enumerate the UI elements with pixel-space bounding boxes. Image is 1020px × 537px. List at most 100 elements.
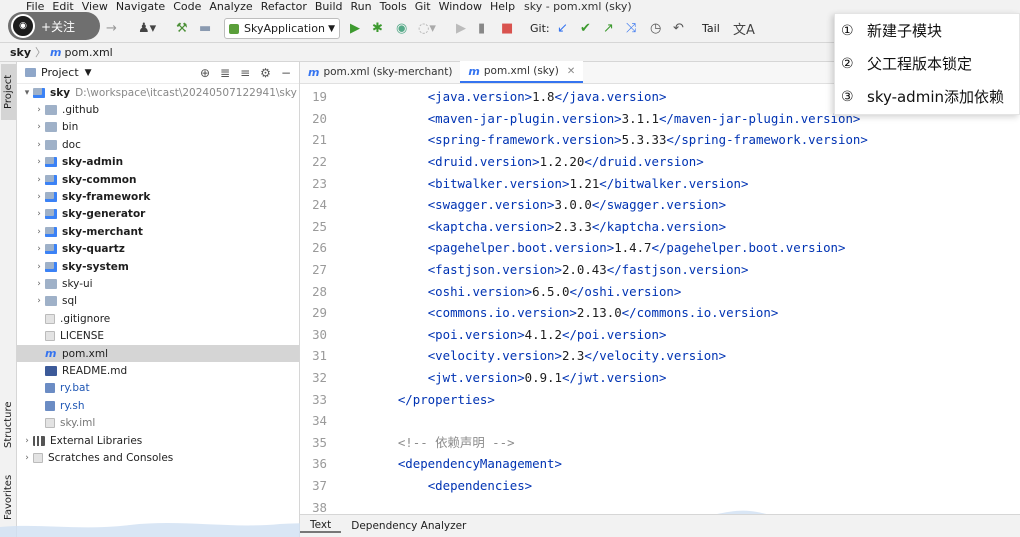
chevron-down-icon[interactable]: ▼: [85, 68, 92, 78]
build-icon[interactable]: ▮: [478, 18, 485, 38]
line-number: 38: [312, 499, 327, 515]
tree-item[interactable]: › Scratches and Consoles: [17, 449, 299, 466]
tree-item[interactable]: › sky-merchant: [17, 223, 299, 240]
tab-dependency-analyzer[interactable]: Dependency Analyzer: [341, 520, 476, 532]
chevron-right-icon[interactable]: ›: [33, 122, 45, 132]
tree-item[interactable]: › sky-quartz: [17, 241, 299, 258]
code-area[interactable]: 19 <java.version> 1.8 </java.version> 20 <m…: [300, 86, 1020, 518]
hide-icon[interactable]: −: [281, 66, 291, 80]
close-icon[interactable]: ✕: [567, 66, 575, 77]
git-fetch-icon[interactable]: ⤨: [626, 18, 636, 38]
tree-item[interactable]: ry.sh: [17, 397, 299, 414]
chevron-down-icon[interactable]: ▾: [21, 88, 33, 98]
menu-build[interactable]: Build: [311, 0, 347, 13]
chevron-right-icon[interactable]: ›: [33, 296, 45, 306]
rollback-icon[interactable]: ↶: [673, 18, 684, 38]
run-config-select[interactable]: SkyApplication ▼: [224, 18, 340, 39]
debug-icon[interactable]: ✱: [372, 18, 383, 38]
git-push-icon[interactable]: ↗: [603, 18, 614, 38]
tab-favorites[interactable]: Favorites: [1, 466, 16, 528]
tree-item[interactable]: › bin: [17, 119, 299, 136]
scratch-icon: [33, 452, 43, 463]
tree-item[interactable]: › sky-ui: [17, 275, 299, 292]
expand-all-icon[interactable]: ≣: [220, 66, 230, 80]
menu-window[interactable]: Window: [435, 0, 486, 13]
tree-item[interactable]: › sky-common: [17, 171, 299, 188]
tree-item[interactable]: sky.iml: [17, 414, 299, 431]
tree-item[interactable]: › sky-framework: [17, 188, 299, 205]
xml-open-tag: <oshi.version>: [427, 283, 533, 299]
breadcrumb-root[interactable]: sky: [10, 46, 31, 59]
collapse-all-icon[interactable]: ≡: [240, 66, 250, 80]
tree-item[interactable]: › doc: [17, 136, 299, 153]
tree-item[interactable]: › sky-system: [17, 258, 299, 275]
chevron-right-icon[interactable]: ›: [33, 192, 45, 202]
tree-item[interactable]: README.md: [17, 362, 299, 379]
user-icon[interactable]: ♟▾: [138, 18, 156, 38]
tab-pom-sky[interactable]: m pom.xml (sky) ✕: [460, 61, 584, 83]
menu-code[interactable]: Code: [169, 0, 205, 13]
tree-item[interactable]: m pom.xml: [17, 344, 299, 363]
menu-run[interactable]: Run: [347, 0, 376, 13]
chevron-right-icon[interactable]: ›: [33, 262, 45, 272]
tab-pom-sky-merchant[interactable]: m pom.xml (sky-merchant): [300, 61, 460, 83]
chevron-right-icon[interactable]: ›: [21, 436, 33, 446]
translate-icon[interactable]: 文A: [733, 18, 755, 38]
code-line: 36 <dependencyManagement>: [300, 453, 1020, 475]
tab-project[interactable]: Project: [1, 64, 16, 120]
chevron-right-icon[interactable]: ›: [21, 453, 33, 463]
tree-item[interactable]: LICENSE: [17, 327, 299, 344]
menu-git[interactable]: Git: [411, 0, 435, 13]
chevron-right-icon[interactable]: ›: [33, 209, 45, 219]
coverage-icon[interactable]: ◉: [396, 18, 407, 38]
step-text: sky-admin添加依赖: [867, 88, 1004, 106]
resume-icon[interactable]: ▶: [456, 18, 466, 38]
tail-button[interactable]: Tail: [702, 18, 720, 38]
history-icon[interactable]: ◷: [650, 18, 661, 38]
code-line: 22 <druid.version> 1.2.20 </druid.version>: [300, 151, 1020, 173]
tab-favorites-label: Favorites: [3, 474, 14, 520]
chevron-right-icon[interactable]: ›: [33, 227, 45, 237]
stop-icon[interactable]: ■: [501, 18, 513, 38]
menu-help[interactable]: Help: [486, 0, 519, 13]
tree-item[interactable]: .gitignore: [17, 310, 299, 327]
line-number: 21: [312, 132, 327, 148]
chevron-right-icon[interactable]: ›: [33, 244, 45, 254]
folder-icon[interactable]: ▬: [199, 18, 211, 38]
chevron-right-icon[interactable]: ›: [33, 279, 45, 289]
hammer-icon[interactable]: ⚒: [176, 18, 188, 38]
script-icon: [45, 400, 55, 411]
chevron-right-icon[interactable]: ›: [33, 157, 45, 167]
tree-item[interactable]: › External Libraries: [17, 432, 299, 449]
tree-item[interactable]: ry.bat: [17, 380, 299, 397]
folder-icon: [45, 139, 57, 150]
menu-refactor[interactable]: Refactor: [257, 0, 311, 13]
tree-item[interactable]: › sql: [17, 293, 299, 310]
tree-item[interactable]: › sky-admin: [17, 154, 299, 171]
forward-icon[interactable]: →: [106, 18, 117, 38]
git-commit-icon[interactable]: ✔: [580, 18, 591, 38]
profile-icon[interactable]: ◌▾: [418, 18, 436, 38]
menu-tools[interactable]: Tools: [376, 0, 411, 13]
xml-open-tag: <dependencies>: [427, 477, 533, 493]
tree-root[interactable]: ▾ sky D:\workspace\itcast\20240507122941…: [17, 84, 299, 101]
run-icon[interactable]: ▶: [350, 18, 360, 38]
chevron-right-icon[interactable]: ›: [33, 175, 45, 185]
xml-open-tag: <swagger.version>: [427, 197, 555, 213]
chevron-right-icon[interactable]: ›: [33, 105, 45, 115]
tree-item[interactable]: › sky-generator: [17, 206, 299, 223]
follow-badge[interactable]: ◉ +关注: [8, 12, 100, 40]
menu-analyze[interactable]: Analyze: [205, 0, 256, 13]
menu-navigate[interactable]: Navigate: [112, 0, 169, 13]
git-update-icon[interactable]: ↙: [557, 18, 568, 38]
locate-icon[interactable]: ⊕: [200, 66, 210, 80]
menu-bar: File Edit View Navigate Code Analyze Ref…: [0, 0, 1020, 13]
gear-icon[interactable]: ⚙: [260, 66, 271, 80]
tab-text[interactable]: Text: [300, 519, 342, 533]
chevron-right-icon[interactable]: ›: [33, 140, 45, 150]
tree-item[interactable]: › .github: [17, 101, 299, 118]
tab-structure[interactable]: Structure: [1, 394, 16, 456]
project-panel-title[interactable]: Project: [41, 66, 79, 79]
breadcrumb-file[interactable]: pom.xml: [65, 46, 113, 59]
